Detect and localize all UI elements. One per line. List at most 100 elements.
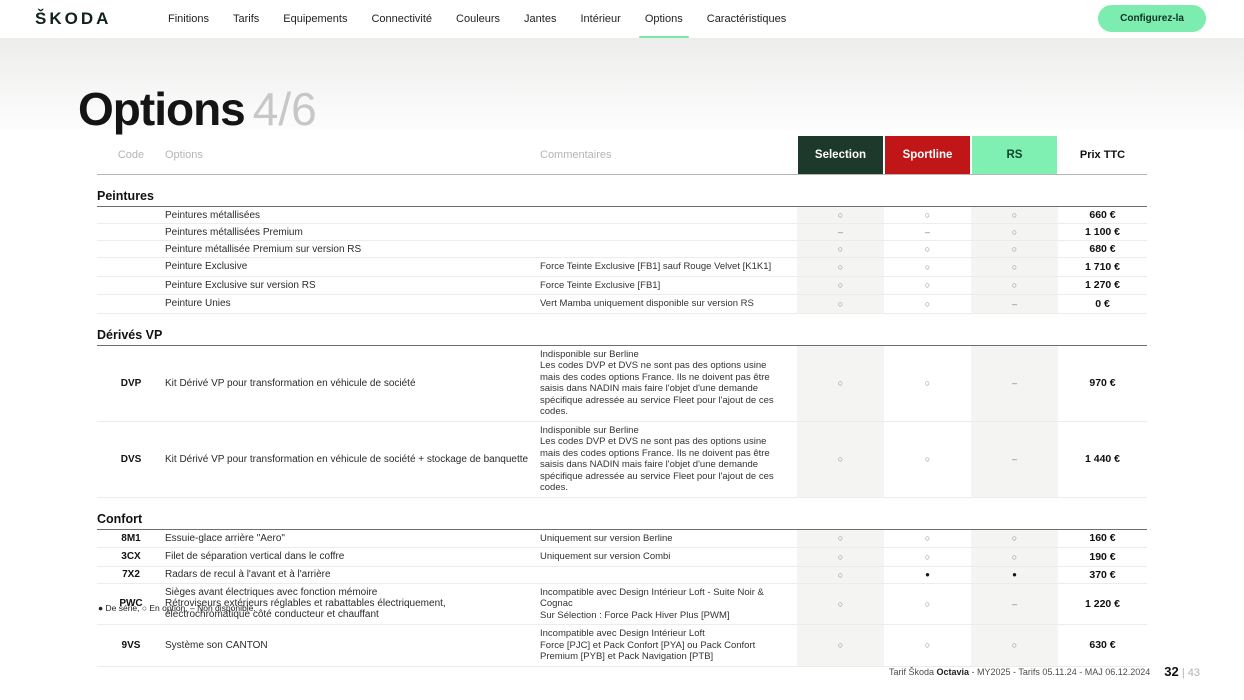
availability-cell: ●: [971, 567, 1058, 583]
column-header-comments: Commentaires: [540, 136, 797, 174]
availability-cell: ○: [971, 224, 1058, 240]
table-row: DVP Kit Dérivé VP pour transformation en…: [97, 346, 1147, 422]
row-code: [97, 225, 165, 239]
skoda-logo[interactable]: ŠKODA: [35, 9, 111, 29]
nav-item-options-active[interactable]: Options: [645, 0, 683, 38]
table-row: DVS Kit Dérivé VP pour transformation en…: [97, 422, 1147, 498]
current-page: 32: [1164, 664, 1178, 679]
nav-item-finitions[interactable]: Finitions: [168, 0, 209, 38]
availability-cell: ○: [971, 530, 1058, 548]
row-price: 190 €: [1058, 548, 1147, 566]
nav-item-connectivite[interactable]: Connectivité: [371, 0, 432, 38]
nav-item-equipements[interactable]: Equipements: [283, 0, 347, 38]
trim-header-selection: Selection: [798, 136, 883, 174]
row-code: [97, 260, 165, 274]
availability-cell: ○: [797, 277, 884, 295]
row-option: Kit Dérivé VP pour transformation en véh…: [165, 451, 540, 467]
availability-cell: ○: [797, 241, 884, 257]
configure-button[interactable]: Configurez-la: [1098, 5, 1206, 32]
row-comment: Uniquement sur version Berline: [540, 530, 797, 548]
row-option: Kit Dérivé VP pour transformation en véh…: [165, 375, 540, 391]
row-comment: Indisponible sur Berline Les codes DVP e…: [540, 422, 797, 497]
row-code: [97, 278, 165, 292]
row-price: 370 €: [1058, 567, 1147, 583]
row-price: 0 €: [1058, 295, 1147, 313]
availability-cell: ○: [884, 258, 971, 276]
availability-cell: –: [884, 224, 971, 240]
row-option: Filet de séparation vertical dans le cof…: [165, 549, 540, 565]
availability-cell: ○: [797, 584, 884, 625]
nav-item-caracteristiques[interactable]: Caractéristiques: [707, 0, 786, 38]
row-code: [97, 297, 165, 311]
page-title: Options4/6: [78, 82, 317, 136]
row-code: DVS: [97, 452, 165, 466]
options-table: Code Options Commentaires Selection Spor…: [97, 136, 1147, 667]
section-rows: DVP Kit Dérivé VP pour transformation en…: [97, 346, 1147, 498]
row-comment: Uniquement sur version Combi: [540, 548, 797, 566]
table-row: Peinture Exclusive Force Teinte Exclusiv…: [97, 258, 1147, 277]
row-option: Essuie-glace arrière "Aero": [165, 530, 540, 546]
row-comment: Vert Mamba uniquement disponible sur ver…: [540, 295, 797, 313]
availability-cell: ○: [971, 277, 1058, 295]
row-comment: Force Teinte Exclusive [FB1]: [540, 277, 797, 295]
row-price: 1 270 €: [1058, 277, 1147, 295]
section-rows: 8M1 Essuie-glace arrière "Aero" Uniqueme…: [97, 530, 1147, 667]
availability-cell: ○: [884, 625, 971, 666]
availability-legend: ● De série, ○ En option, – Non disponibl…: [98, 603, 256, 613]
availability-cell: ○: [971, 207, 1058, 223]
availability-cell: –: [971, 295, 1058, 313]
row-price: 1 440 €: [1058, 422, 1147, 497]
row-comment: [540, 212, 797, 218]
availability-cell: –: [971, 584, 1058, 625]
availability-cell: –: [797, 224, 884, 240]
row-comment: Force Teinte Exclusive [FB1] sauf Rouge …: [540, 258, 797, 276]
availability-cell: ○: [971, 258, 1058, 276]
availability-cell: –: [971, 422, 1058, 497]
table-row: 9VS Système son CANTON Incompatible avec…: [97, 625, 1147, 667]
nav-item-jantes[interactable]: Jantes: [524, 0, 556, 38]
row-option: Système son CANTON: [165, 637, 540, 653]
table-row: Peintures métallisées ○ ○ ○ 660 €: [97, 207, 1147, 224]
table-row: Peinture Exclusive sur version RS Force …: [97, 277, 1147, 296]
nav-item-couleurs[interactable]: Couleurs: [456, 0, 500, 38]
total-pages: 43: [1188, 667, 1200, 679]
row-price: 970 €: [1058, 346, 1147, 421]
availability-cell: –: [971, 346, 1058, 421]
row-option: Peinture Exclusive sur version RS: [165, 277, 540, 293]
availability-cell: ○: [797, 207, 884, 223]
row-price: 1 220 €: [1058, 584, 1147, 625]
row-comment: Indisponible sur Berline Les codes DVP e…: [540, 346, 797, 421]
availability-cell: ○: [884, 241, 971, 257]
nav-item-tarifs[interactable]: Tarifs: [233, 0, 259, 38]
row-option: Peintures métallisées Premium: [165, 224, 540, 240]
table-section: Peintures Peintures métallisées ○ ○ ○ 66…: [97, 189, 1147, 314]
model-name: Octavia: [937, 667, 970, 677]
row-option: Peinture métallisée Premium sur version …: [165, 241, 540, 257]
availability-cell: ○: [884, 277, 971, 295]
section-title: Dérivés VP: [97, 328, 1147, 346]
trim-header-rs: RS: [972, 136, 1057, 174]
nav-item-interieur[interactable]: Intérieur: [580, 0, 620, 38]
availability-cell: ○: [884, 530, 971, 548]
column-header-price: Prix TTC: [1058, 136, 1147, 174]
table-row: Peintures métallisées Premium – – ○ 1 10…: [97, 224, 1147, 241]
row-code: 3CX: [97, 550, 165, 564]
availability-cell: ○: [797, 548, 884, 566]
row-price: 1 100 €: [1058, 224, 1147, 240]
document-reference: Tarif Škoda Octavia - MY2025 - Tarifs 05…: [889, 667, 1150, 677]
row-comment: [540, 572, 797, 578]
availability-cell: ○: [884, 295, 971, 313]
row-price: 1 710 €: [1058, 258, 1147, 276]
availability-cell: ○: [797, 625, 884, 666]
table-row: 8M1 Essuie-glace arrière "Aero" Uniqueme…: [97, 530, 1147, 549]
availability-cell: ○: [797, 422, 884, 497]
availability-cell: ○: [971, 625, 1058, 666]
availability-cell: ○: [797, 530, 884, 548]
row-option: Peinture Unies: [165, 296, 540, 312]
row-code: 8M1: [97, 531, 165, 545]
page-number: 32 | 43: [1164, 664, 1200, 679]
trim-header-sportline: Sportline: [885, 136, 970, 174]
row-comment: Incompatible avec Design Intérieur Loft …: [540, 584, 797, 625]
availability-cell: ○: [884, 207, 971, 223]
availability-cell: ○: [884, 422, 971, 497]
